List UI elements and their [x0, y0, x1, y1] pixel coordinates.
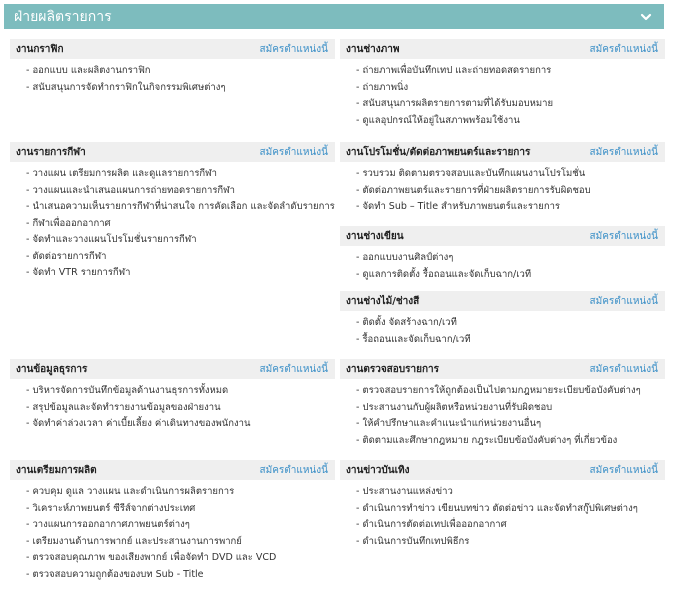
chevron-down-icon[interactable] [638, 9, 654, 25]
duty-item: กีฬาเพื่อออกอากาศ [26, 216, 335, 233]
job-section: งานข้อมูลธุรการ สมัครตำแหน่งนี้บริหารจัดก… [10, 359, 335, 433]
duty-item: รื้อถอนและจัดเก็บฉาก/เวที [356, 332, 665, 349]
job-section: งานช่างไม้/ช่างสี สมัครตำแหน่งนี้ติดตั้ง … [340, 291, 665, 348]
apply-link[interactable]: สมัครตำแหน่งนี้ [590, 463, 658, 478]
duty-item: บริหารจัดการบันทึกข้อมูลด้านงานธุรการทั้… [26, 383, 335, 400]
job-title: งานตรวจสอบรายการ [346, 363, 440, 375]
duty-list: ติดตั้ง จัดสร้างฉาก/เวทีรื้อถอนและจัดเก็… [340, 311, 665, 348]
job-section: งานกราฟิก สมัครตำแหน่งนี้ออกแบบ และผลิตงา… [10, 39, 335, 96]
duty-list: ประสานงานแหล่งข่าวดำเนินการทำข่าว เขียนบ… [340, 480, 665, 550]
job-section-header: งานกราฟิก สมัครตำแหน่งนี้ [10, 39, 335, 59]
job-title: งานเตรียมการผลิต [16, 464, 97, 476]
duty-item: ถ่ายภาพเพื่อบันทึกเทป และถ่ายทอดสดรายการ [356, 63, 665, 80]
duty-item: ออกแบบ และผลิตงานกราฟิก [26, 63, 335, 80]
duty-item: ตรวจสอบความถูกต้องของบท Sub - Title [26, 567, 335, 584]
duty-item: ดูแลการติดตั้ง รื้อถอนและจัดเก็บฉาก/เวที [356, 267, 665, 284]
job-section: งานช่างภาพ สมัครตำแหน่งนี้ถ่ายภาพเพื่อบัน… [340, 39, 665, 129]
job-section-header: งานช่างภาพ สมัครตำแหน่งนี้ [340, 39, 665, 59]
duty-item: จัดทำและวางแผนโปรโมชั่นรายการกีฬา [26, 232, 335, 249]
job-section: งานเตรียมการผลิต สมัครตำแหน่งนี้ควบคุม ดู… [10, 460, 335, 583]
duty-item: ให้คำปรึกษาและคำแนะนำแก่หน่วยงานอื่นๆ [356, 416, 665, 433]
apply-link[interactable]: สมัครตำแหน่งนี้ [260, 362, 328, 377]
job-section: งานโปรโมชั่น/ตัดต่อภาพยนตร์และรายการ สมัค… [340, 142, 665, 216]
duty-item: วางแผน เตรียมการผลิต และดูแลรายการกีฬา [26, 166, 335, 183]
duty-item: จัดทำค่าล่วงเวลา ค่าเบี้ยเลี้ยง ค่าเดินท… [26, 416, 335, 433]
duty-list: ตรวจสอบรายการให้ถูกต้องเป็นไปตามกฎหมายระ… [340, 379, 665, 449]
duty-list: ถ่ายภาพเพื่อบันทึกเทป และถ่ายทอดสดรายการ… [340, 59, 665, 129]
duty-item: ออกแบบงานศิลป์ต่างๆ [356, 250, 665, 267]
duty-item: ถ่ายภาพนิ่ง [356, 80, 665, 97]
duty-item: ตัดต่อรายการกีฬา [26, 249, 335, 266]
apply-link[interactable]: สมัครตำแหน่งนี้ [590, 294, 658, 309]
duty-item: วางแผนการออกอากาศภาพยนตร์ต่างๆ [26, 517, 335, 534]
duty-item: ควบคุม ดูแล วางแผน และดำเนินการผลิตรายกา… [26, 484, 335, 501]
job-section-header: งานรายการกีฬา สมัครตำแหน่งนี้ [10, 142, 335, 162]
duty-list: รวบรวม ติดตามตรวจสอบและบันทึกแผนงานโปรโม… [340, 162, 665, 216]
duty-item: ติดตามและศึกษากฎหมาย กฎระเบียบข้อบังคับต… [356, 433, 665, 450]
duty-item: สนับสนุนการจัดทำกราฟิกในกิจกรรมพิเศษต่าง… [26, 80, 335, 97]
job-title: งานช่างไม้/ช่างสี [346, 295, 420, 307]
apply-link[interactable]: สมัครตำแหน่งนี้ [590, 145, 658, 160]
duty-list: วางแผน เตรียมการผลิต และดูแลรายการกีฬาวา… [10, 162, 335, 282]
apply-link[interactable]: สมัครตำแหน่งนี้ [590, 42, 658, 57]
job-section: งานช่างเขียน สมัครตำแหน่งนี้ออกแบบงานศิลป… [340, 226, 665, 283]
duty-item: ตัดต่อภาพยนตร์และรายการที่ฝ่ายผลิตรายการ… [356, 183, 665, 200]
job-title: งานกราฟิก [16, 43, 64, 55]
job-section: งานข่าวบันเทิง สมัครตำแหน่งนี้ประสานงานแห… [340, 460, 665, 550]
apply-link[interactable]: สมัครตำแหน่งนี้ [260, 463, 328, 478]
duty-list: ควบคุม ดูแล วางแผน และดำเนินการผลิตรายกา… [10, 480, 335, 583]
duty-item: ดำเนินการทำข่าว เขียนบทข่าว ตัดต่อข่าว แ… [356, 501, 665, 518]
job-title: งานโปรโมชั่น/ตัดต่อภาพยนตร์และรายการ [346, 146, 531, 158]
job-title: งานช่างภาพ [346, 43, 400, 55]
apply-link[interactable]: สมัครตำแหน่งนี้ [260, 42, 328, 57]
duty-list: บริหารจัดการบันทึกข้อมูลด้านงานธุรการทั้… [10, 379, 335, 433]
duty-item: ตรวจสอบคุณภาพ ของเสียงพากย์ เพื่อจัดทำ D… [26, 550, 335, 567]
job-section-header: งานเตรียมการผลิต สมัครตำแหน่งนี้ [10, 460, 335, 480]
duty-item: ประสานงานแหล่งข่าว [356, 484, 665, 501]
duty-item: ดูแลอุปกรณ์ให้อยู่ในสภาพพร้อมใช้งาน [356, 113, 665, 130]
job-section-header: งานข่าวบันเทิง สมัครตำแหน่งนี้ [340, 460, 665, 480]
duty-item: วิเคราะห์ภาพยนตร์ ซีรีส์จากต่างประเทศ [26, 501, 335, 518]
job-section: งานตรวจสอบรายการ สมัครตำแหน่งนี้ตรวจสอบรา… [340, 359, 665, 449]
duty-item: นำเสนอความเห็นรายการกีฬาที่น่าสนใจ การคั… [26, 199, 335, 216]
duty-item: สนับสนุนการผลิตรายการตามที่ได้รับมอบหมาย [356, 96, 665, 113]
duty-item: ประสานงานกับผู้ผลิตหรือหน่วยงานที่รับผิด… [356, 400, 665, 417]
job-section-header: งานโปรโมชั่น/ตัดต่อภาพยนตร์และรายการ สมัค… [340, 142, 665, 162]
duty-item: รวบรวม ติดตามตรวจสอบและบันทึกแผนงานโปรโม… [356, 166, 665, 183]
duty-item: ตรวจสอบรายการให้ถูกต้องเป็นไปตามกฎหมายระ… [356, 383, 665, 400]
duty-list: ออกแบบ และผลิตงานกราฟิกสนับสนุนการจัดทำก… [10, 59, 335, 96]
duty-item: จัดทำ Sub – Title สำหรับภาพยนตร์และรายกา… [356, 199, 665, 216]
section-header[interactable]: ฝ่ายผลิตรายการ [4, 4, 664, 29]
duty-item: เตรียมงานด้านการพากย์ และประสานงานการพาก… [26, 534, 335, 551]
job-title: งานข่าวบันเทิง [346, 464, 410, 476]
duty-item: วางแผนและนำเสนอแผนการถ่ายทอดรายการกีฬา [26, 183, 335, 200]
job-section-header: งานช่างเขียน สมัครตำแหน่งนี้ [340, 226, 665, 246]
job-title: งานข้อมูลธุรการ [16, 363, 88, 375]
apply-link[interactable]: สมัครตำแหน่งนี้ [590, 229, 658, 244]
job-section: งานรายการกีฬา สมัครตำแหน่งนี้วางแผน เตรีย… [10, 142, 335, 282]
duty-item: ดำเนินการตัดต่อเทปเพื่อออกอากาศ [356, 517, 665, 534]
job-title: งานรายการกีฬา [16, 146, 86, 158]
page-title: ฝ่ายผลิตรายการ [14, 8, 112, 25]
duty-item: ดำเนินการบันทึกเทปพิธีกร [356, 534, 665, 551]
job-section-header: งานช่างไม้/ช่างสี สมัครตำแหน่งนี้ [340, 291, 665, 311]
duty-item: จัดทำ VTR รายการกีฬา [26, 265, 335, 282]
job-title: งานช่างเขียน [346, 230, 404, 242]
duty-item: ติดตั้ง จัดสร้างฉาก/เวที [356, 315, 665, 332]
apply-link[interactable]: สมัครตำแหน่งนี้ [260, 145, 328, 160]
duty-list: ออกแบบงานศิลป์ต่างๆดูแลการติดตั้ง รื้อถอ… [340, 246, 665, 283]
job-section-header: งานข้อมูลธุรการ สมัครตำแหน่งนี้ [10, 359, 335, 379]
duty-item: สรุปข้อมูลและจัดทำรายงานข้อมูลของฝ่ายงาน [26, 400, 335, 417]
apply-link[interactable]: สมัครตำแหน่งนี้ [590, 362, 658, 377]
job-section-header: งานตรวจสอบรายการ สมัครตำแหน่งนี้ [340, 359, 665, 379]
